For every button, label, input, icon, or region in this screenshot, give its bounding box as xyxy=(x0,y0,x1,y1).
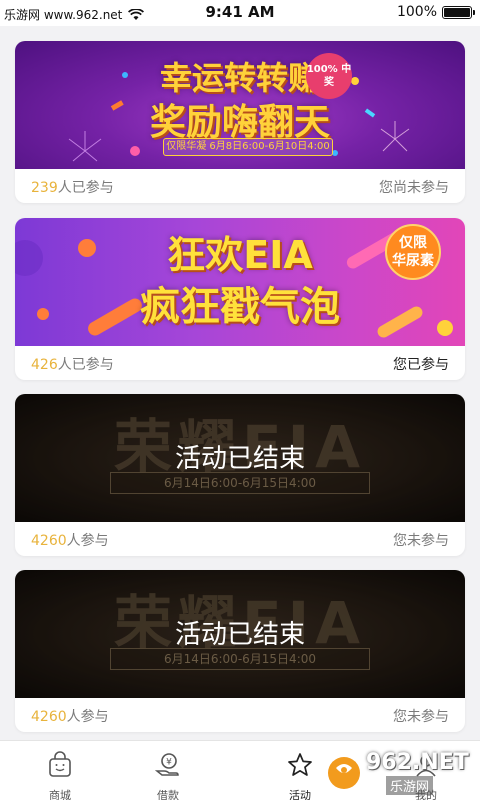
participant-number: 426 xyxy=(31,357,58,373)
participant-count: 239人已参与 xyxy=(31,177,114,197)
watermark-logo: 962.NET 乐游网 xyxy=(326,746,476,800)
ended-label: 活动已结束 xyxy=(174,620,305,650)
star-icon xyxy=(288,753,312,776)
exclusive-badge-line1: 仅限 xyxy=(399,235,427,251)
card-meta: 4260人参与 您未参与 xyxy=(15,698,465,732)
battery-icon xyxy=(442,5,475,19)
activity-card-glory-ended[interactable]: 荣耀EIA 6月14日6:00-6月15日4:00 活动已结束 4260人参与 … xyxy=(15,394,465,556)
participant-count: 4260人参与 xyxy=(31,706,109,726)
card-meta: 426人已参与 您已参与 xyxy=(15,346,465,380)
prize-badge: 100% 中奖 xyxy=(306,53,352,99)
tab-mall[interactable]: 商城 xyxy=(12,741,108,800)
participation-status: 您未参与 xyxy=(393,709,449,725)
activity-banner[interactable]: 狂欢EIA 疯狂戳气泡 仅限 华尿素 xyxy=(15,218,465,346)
status-bar: 乐游网 www.962.net 9:41 AM 100% xyxy=(0,0,480,26)
tab-loan[interactable]: ¥ 借款 xyxy=(120,741,216,800)
participant-suffix: 人参与 xyxy=(66,709,109,725)
exclusive-badge-line2: 华尿素 xyxy=(392,253,434,269)
card-meta: 4260人参与 您未参与 xyxy=(15,522,465,556)
activity-banner[interactable]: 荣耀EIA 6月14日6:00-6月15日4:00 活动已结束 xyxy=(15,394,465,522)
participation-status: 您已参与 xyxy=(393,357,449,373)
exclusive-badge: 仅限 华尿素 xyxy=(385,224,441,280)
tab-label: 商城 xyxy=(49,789,71,800)
prize-badge-text: 100% 中奖 xyxy=(306,64,352,88)
watermark-subtext: 乐游网 xyxy=(386,776,434,795)
banner-title-line2: 疯狂戳气泡 xyxy=(140,284,340,330)
participant-number: 239 xyxy=(31,180,58,196)
battery-fill xyxy=(444,7,470,17)
activity-banner[interactable]: 幸运转转赚 奖励嗨翻天 100% 中奖 仅限华凝 6月8日6:00-6月10日4… xyxy=(15,41,465,169)
activity-card-lucky-spin[interactable]: 幸运转转赚 奖励嗨翻天 100% 中奖 仅限华凝 6月8日6:00-6月10日4… xyxy=(15,41,465,203)
yen-coin-hand-icon: ¥ xyxy=(154,753,179,776)
tab-label: 借款 xyxy=(157,789,179,800)
participant-number: 4260 xyxy=(31,533,67,549)
banner-subtitle: 仅限华凝 6月8日6:00-6月10日4:00 xyxy=(163,138,333,156)
participation-status: 您未参与 xyxy=(393,533,449,549)
activity-banner[interactable]: 荣耀EIA 6月14日6:00-6月15日4:00 活动已结束 xyxy=(15,570,465,698)
watermark-text: 962.NET xyxy=(366,750,469,775)
participant-count: 426人已参与 xyxy=(31,354,114,374)
participant-suffix: 人已参与 xyxy=(57,357,114,373)
shopping-bag-icon xyxy=(49,751,71,777)
status-bar-right: 100% xyxy=(396,4,475,20)
activity-list[interactable]: 幸运转转赚 奖励嗨翻天 100% 中奖 仅限华凝 6月8日6:00-6月10日4… xyxy=(0,26,480,740)
svg-text:¥: ¥ xyxy=(166,758,172,768)
participant-suffix: 人已参与 xyxy=(57,180,114,196)
activity-card-glory-ended[interactable]: 荣耀EIA 6月14日6:00-6月15日4:00 活动已结束 4260人参与 … xyxy=(15,570,465,732)
ended-label: 活动已结束 xyxy=(174,444,305,474)
activity-card-bubble-pop[interactable]: 狂欢EIA 疯狂戳气泡 仅限 华尿素 426人已参与 您已参与 xyxy=(15,218,465,380)
participation-status: 您尚未参与 xyxy=(379,180,449,196)
battery-percent: 100% xyxy=(396,4,437,20)
participant-number: 4260 xyxy=(31,709,67,725)
participant-suffix: 人参与 xyxy=(66,533,109,549)
participant-count: 4260人参与 xyxy=(31,530,109,550)
card-meta: 239人已参与 您尚未参与 xyxy=(15,169,465,203)
